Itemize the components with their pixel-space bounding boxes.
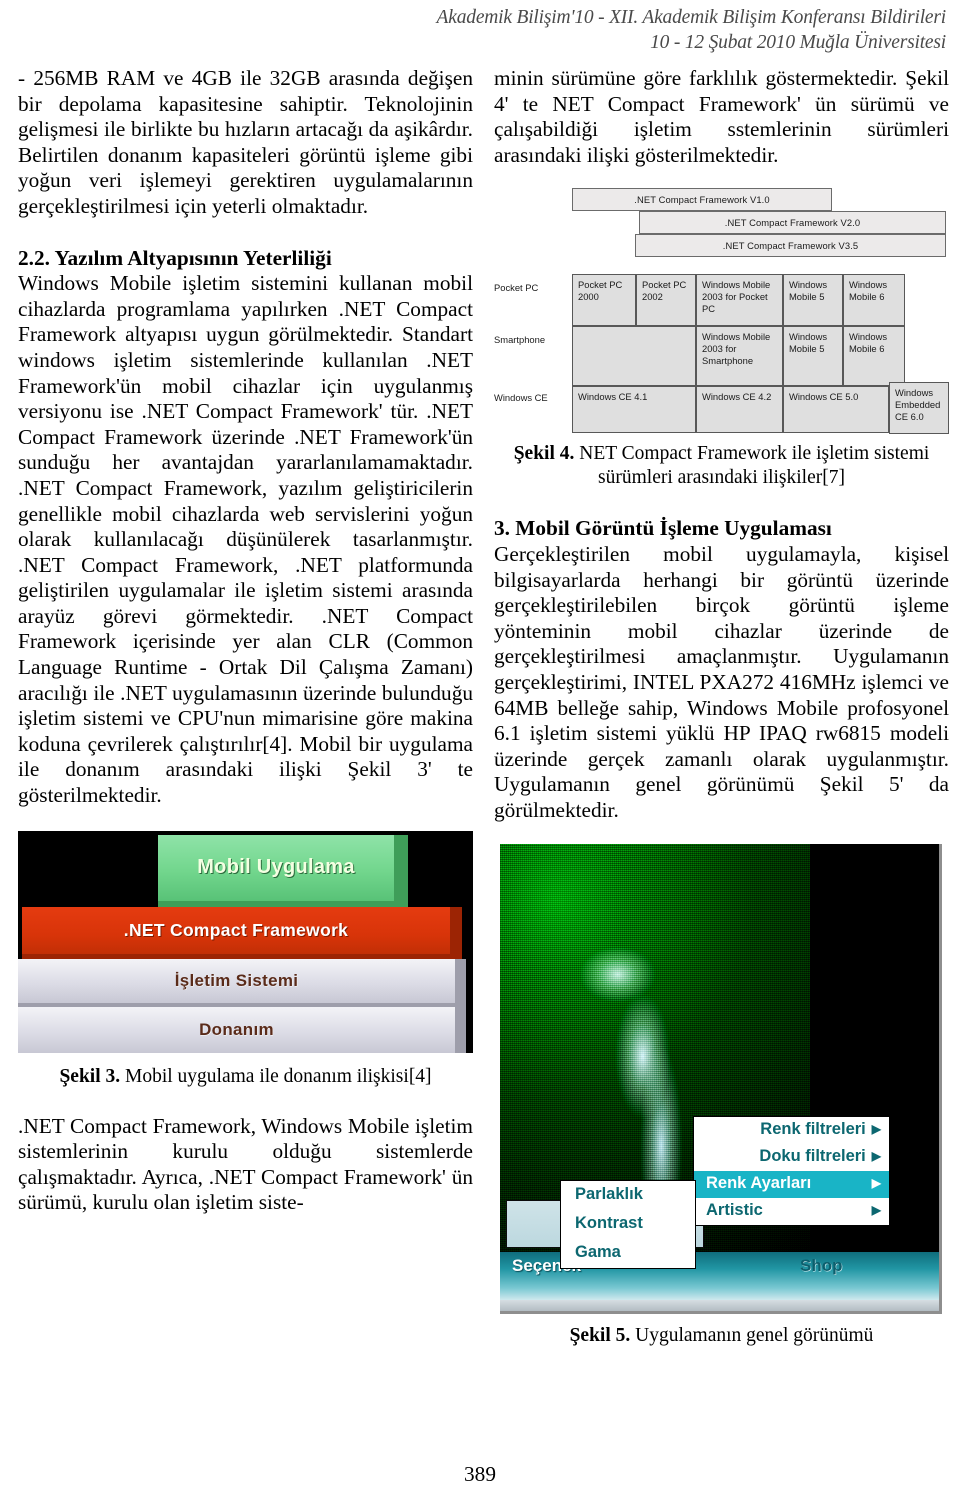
- matrix-cell: Windows Mobile 5: [783, 274, 843, 327]
- figure-5-caption: Şekil 5. Uygulamanın genel görünümü: [494, 1324, 949, 1348]
- shop-button[interactable]: Shop: [800, 1256, 843, 1276]
- submenu-item-kontrast[interactable]: Kontrast: [561, 1210, 695, 1239]
- right-column: minin sürümüne göre farklılık göstermekt…: [494, 66, 949, 1348]
- framework-bar-v2: .NET Compact Framework V2.0: [639, 211, 946, 235]
- running-header-line-1: Akademik Bilişim'10 - XII. Akademik Bili…: [436, 7, 947, 28]
- net-compact-framework-layer: .NET Compact Framework: [22, 906, 462, 959]
- menu-item-label: Renk filtreleri: [760, 1119, 866, 1138]
- operating-system-layer: İşletim Sistemi: [18, 958, 466, 1007]
- figure-4-caption-label: Şekil 4.: [513, 443, 575, 465]
- color-settings-submenu[interactable]: Parlaklık Kontrast Gama: [560, 1179, 696, 1269]
- row-label-pocket-pc: Pocket PC: [494, 282, 539, 294]
- left-paragraph-3: .NET Compact Framework, Windows Mobile i…: [18, 1113, 473, 1215]
- running-header-line-2: 10 - 12 Şubat 2010 Muğla Üniversitesi: [650, 32, 946, 53]
- left-paragraph-1: - 256MB RAM ve 4GB ile 32GB arasında değ…: [18, 66, 473, 218]
- section-heading-3: 3. Mobil Görüntü İşleme Uygulaması: [494, 516, 832, 541]
- menu-item-label: Artistic: [706, 1200, 763, 1219]
- figure-3-caption-text: Mobil uygulama ile donanım ilişkisi[4]: [120, 1065, 432, 1087]
- left-column: - 256MB RAM ve 4GB ile 32GB arasında değ…: [18, 66, 473, 1216]
- figure-4-caption: Şekil 4. NET Compact Framework ile işlet…: [494, 442, 949, 490]
- hardware-layer-label: Donanım: [199, 1019, 274, 1039]
- hardware-layer: Donanım: [18, 1006, 466, 1053]
- net-compact-framework-layer-label: .NET Compact Framework: [123, 919, 349, 940]
- figure-5-caption-text: Uygulamanın genel görünümü: [630, 1324, 874, 1346]
- matrix-cell: Pocket PC 2000: [572, 274, 636, 327]
- row-label-windows-ce: Windows CE: [494, 392, 548, 404]
- submenu-item-parlaklik[interactable]: Parlaklık: [561, 1181, 695, 1210]
- matrix-cell: Windows Mobile 5: [783, 326, 843, 387]
- matrix-cell: Windows Embedded CE 6.0: [889, 382, 949, 435]
- figure-3-caption: Şekil 3. Mobil uygulama ile donanım iliş…: [18, 1065, 473, 1089]
- menu-item-renk-filtreleri[interactable]: Renk filtreleri ▶: [694, 1117, 889, 1144]
- mobile-application-layer: Mobil Uygulama: [158, 834, 408, 907]
- chevron-right-icon: ▶: [871, 1176, 881, 1190]
- chevron-right-icon: ▶: [871, 1149, 881, 1163]
- command-bar-base: [500, 1299, 939, 1311]
- matrix-cell: [572, 326, 696, 387]
- matrix-cell: Pocket PC 2002: [636, 274, 696, 327]
- right-paragraph-2: Gerçekleştirilen mobil uygulamayla, kişi…: [494, 541, 949, 822]
- matrix-cell: Windows Mobile 6: [843, 274, 905, 327]
- figure-3-image: Mobil Uygulama .NET Compact Framework İş…: [18, 830, 473, 1053]
- framework-bar-v1: .NET Compact Framework V1.0: [572, 188, 832, 212]
- section-heading-2-2: 2.2. Yazılım Altyapısının Yeterliliği: [18, 245, 332, 270]
- matrix-cell: Windows CE 4.1: [572, 386, 696, 434]
- figure-4-caption-text: NET Compact Framework ile işletim sistem…: [574, 443, 930, 489]
- menu-item-doku-filtreleri[interactable]: Doku filtreleri ▶: [694, 1144, 889, 1171]
- row-label-smartphone: Smartphone: [494, 334, 546, 346]
- figure-4-image: .NET Compact Framework V1.0 .NET Compact…: [494, 186, 949, 436]
- operating-system-layer-label: İşletim Sistemi: [174, 970, 299, 990]
- submenu-item-gama[interactable]: Gama: [561, 1239, 695, 1268]
- figure-5-image: Seçenek Shop Renk filtreleri ▶ Doku filt…: [500, 843, 942, 1314]
- matrix-cell: Windows CE 5.0: [783, 386, 889, 434]
- running-header: Akademik Bilişim'10 - XII. Akademik Bili…: [0, 6, 947, 56]
- menu-item-artistic[interactable]: Artistic ▶: [694, 1198, 889, 1225]
- menu-item-renk-ayarlari[interactable]: Renk Ayarları ▶: [694, 1170, 889, 1198]
- chevron-right-icon: ▶: [871, 1203, 881, 1217]
- chevron-right-icon: ▶: [871, 1122, 881, 1136]
- figure-3-caption-label: Şekil 3.: [59, 1065, 121, 1087]
- mobile-application-layer-label: Mobil Uygulama: [197, 856, 355, 879]
- framework-bar-v35: .NET Compact Framework V3.5: [635, 234, 946, 258]
- menu-item-label: Renk Ayarları: [706, 1173, 812, 1192]
- matrix-cell: Windows CE 4.2: [696, 386, 783, 434]
- matrix-cell: Windows Mobile 6: [843, 326, 905, 387]
- matrix-cell: Windows Mobile 2003 for Smartphone: [696, 326, 783, 387]
- left-paragraph-2: Windows Mobile işletim sistemini kullana…: [18, 271, 473, 808]
- right-paragraph-1: minin sürümüne göre farklılık göstermekt…: [494, 66, 949, 167]
- main-context-menu[interactable]: Renk filtreleri ▶ Doku filtreleri ▶ Renk…: [693, 1115, 890, 1226]
- page-number: 389: [464, 1462, 496, 1486]
- menu-item-label: Doku filtreleri: [759, 1146, 866, 1165]
- matrix-cell: Windows Mobile 2003 for Pocket PC: [696, 274, 783, 327]
- figure-5-caption-label: Şekil 5.: [569, 1324, 631, 1346]
